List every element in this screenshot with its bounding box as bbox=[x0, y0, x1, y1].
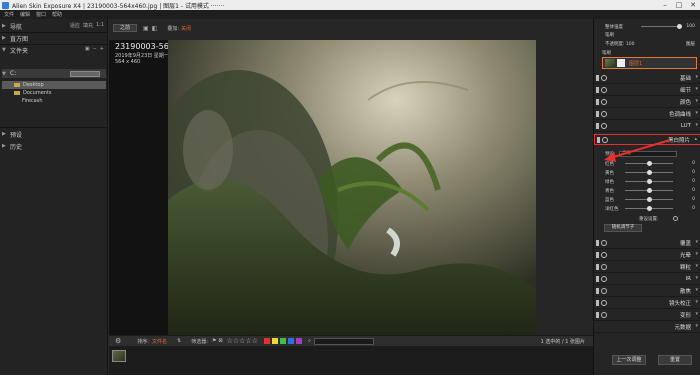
annotation-arrow-head bbox=[604, 152, 616, 162]
annotation-arrow-shaft bbox=[609, 139, 671, 159]
app-window: Alien Skin Exposure X4 | 23190003-564x46… bbox=[0, 0, 700, 375]
annotation-overlay bbox=[604, 139, 671, 162]
